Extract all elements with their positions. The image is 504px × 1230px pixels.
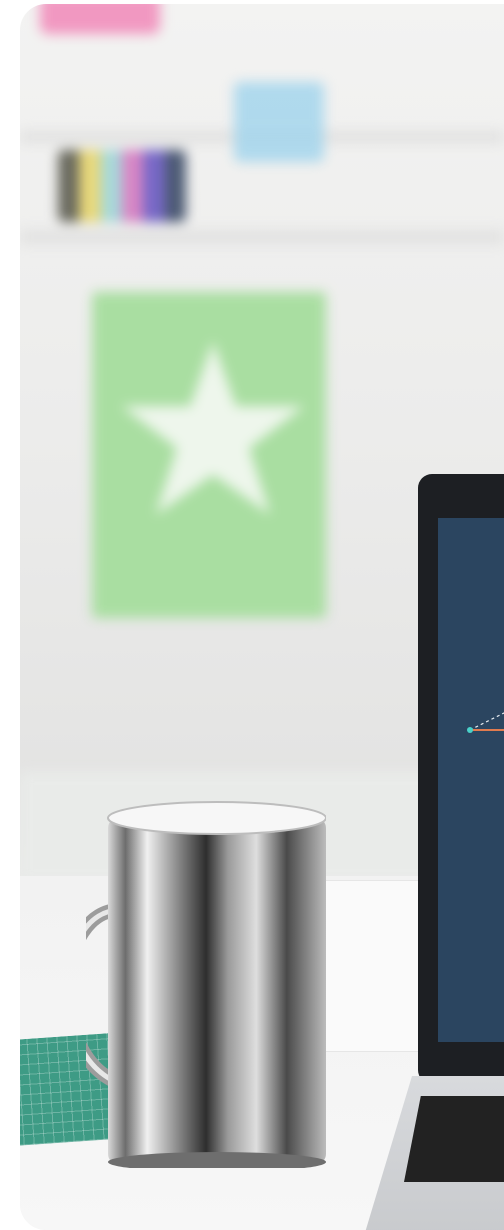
chrome-mug-icon [86,801,326,1168]
screen-diagram [467,712,504,733]
wall-shelf [20,230,504,244]
star-icon [121,341,305,515]
hero-photo [20,4,504,1230]
color-swatch-strip [58,150,186,222]
laptop-keyboard [404,1096,504,1182]
blue-sticky-note [234,82,324,162]
paper-sheet [320,880,432,1052]
pink-sticky-note [40,4,160,34]
laptop-screen [438,518,504,1042]
